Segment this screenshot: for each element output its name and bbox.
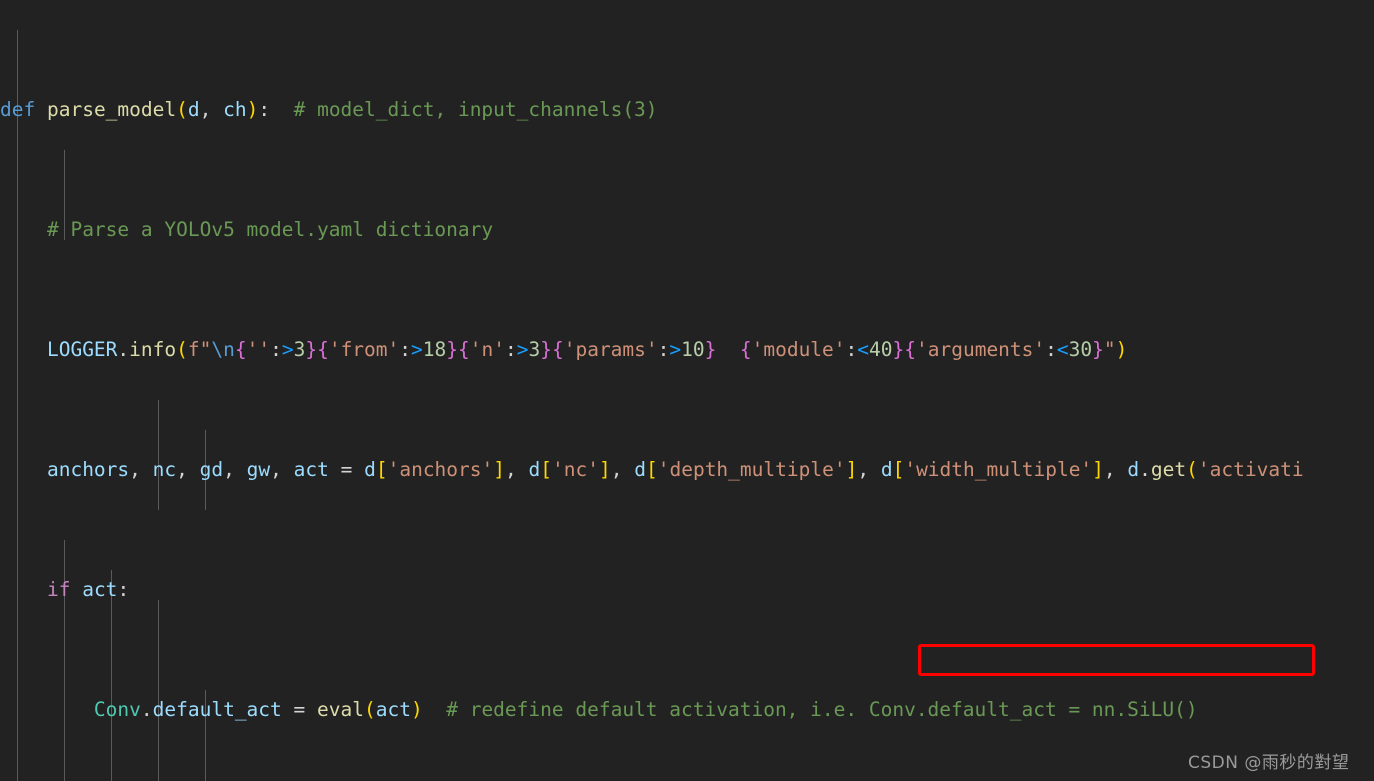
code-line[interactable]: LOGGER.info(f"\n{'':>3}{'from':>18}{'n':…	[0, 335, 1374, 365]
code-content[interactable]: def parse_model(d, ch): # model_dict, in…	[0, 5, 1374, 781]
code-line[interactable]: def parse_model(d, ch): # model_dict, in…	[0, 95, 1374, 125]
code-line[interactable]: # Parse a YOLOv5 model.yaml dictionary	[0, 215, 1374, 245]
code-editor-screenshot: def parse_model(d, ch): # model_dict, in…	[0, 0, 1374, 781]
code-line[interactable]: Conv.default_act = eval(act) # redefine …	[0, 695, 1374, 725]
code-line[interactable]: anchors, nc, gd, gw, act = d['anchors'],…	[0, 455, 1374, 485]
csdn-watermark: CSDN @雨秒的對望	[1188, 753, 1350, 773]
code-line[interactable]: if act:	[0, 575, 1374, 605]
